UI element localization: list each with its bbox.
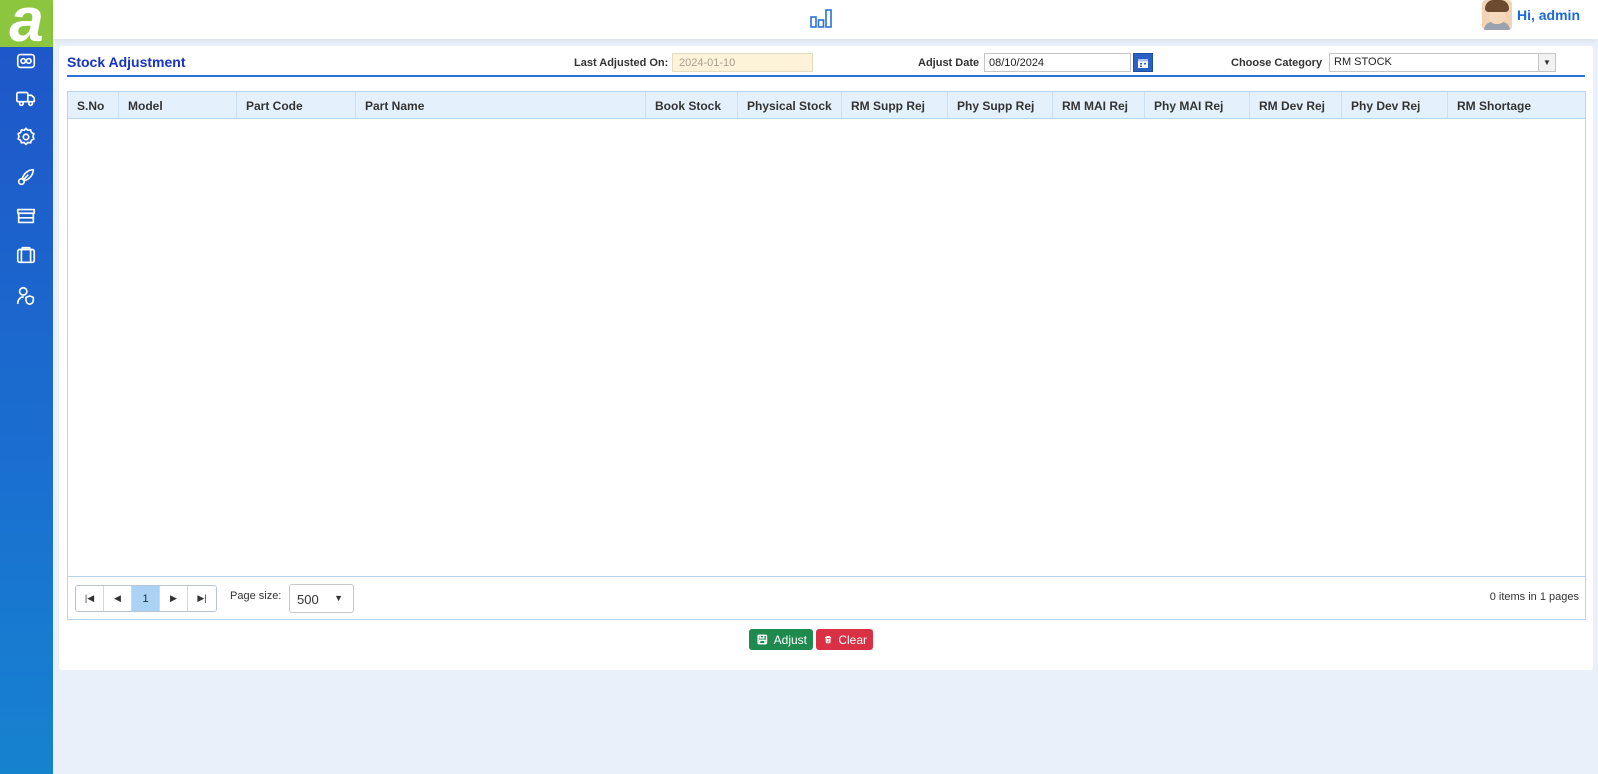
avatar [1481,0,1512,30]
briefcase-icon[interactable] [14,243,38,267]
chevron-down-icon[interactable]: ▼ [1538,54,1555,71]
user-menu[interactable]: Hi, admin [1481,0,1580,30]
stock-adjustment-panel: Stock Adjustment Last Adjusted On: 2024-… [59,46,1593,670]
calendar-icon [1138,58,1148,68]
pager-info: 0 items in 1 pages [1489,591,1579,603]
logo-letter: a [9,0,44,47]
column-header-book-stock[interactable]: Book Stock [646,92,738,118]
column-header-phy-mai-rej[interactable]: Phy MAI Rej [1145,92,1250,118]
truck-icon[interactable] [14,86,38,110]
rocket-icon[interactable] [14,165,38,189]
column-header-phy-supp-rej[interactable]: Phy Supp Rej [948,92,1053,118]
form-header: Stock Adjustment Last Adjusted On: 2024-… [67,52,1585,77]
last-page-icon[interactable]: ▶| [188,586,216,611]
column-header-rm-supp-rej[interactable]: RM Supp Rej [842,92,948,118]
previous-page-icon[interactable]: ◀ [104,586,132,611]
adjust-button[interactable]: Adjust [749,629,813,650]
user-greeting: Hi, admin [1516,7,1580,23]
page-title: Stock Adjustment [67,54,186,70]
column-header-physical-stock[interactable]: Physical Stock [738,92,842,118]
column-header-sno[interactable]: S.No [68,92,119,118]
pager-buttons: |◀ ◀ 1 ▶ ▶| [75,585,217,612]
page-size-value: 500 [297,592,319,607]
category-label: Choose Category [1231,57,1323,69]
grid-header: S.No Model Part Code Part Name Book Stoc… [68,92,1585,119]
column-header-model[interactable]: Model [119,92,237,118]
grid-pager: |◀ ◀ 1 ▶ ▶| Page size: 500 ▼ 0 items in … [68,576,1585,619]
grid-body [68,119,1585,578]
stock-grid: S.No Model Part Code Part Name Book Stoc… [67,91,1586,620]
category-select[interactable]: RM STOCK ▼ [1329,53,1556,72]
column-header-rm-mai-rej[interactable]: RM MAI Rej [1053,92,1145,118]
clear-button-label: Clear [838,632,867,647]
save-icon [757,634,768,645]
column-header-part-name[interactable]: Part Name [356,92,646,118]
top-bar: Hi, admin [53,0,1598,39]
clear-button[interactable]: Clear [816,629,873,650]
trash-icon [825,635,832,644]
page-size-select[interactable]: 500 ▼ [289,584,354,613]
store-icon[interactable] [14,204,38,228]
column-header-phy-dev-rej[interactable]: Phy Dev Rej [1342,92,1448,118]
gear-icon[interactable] [14,125,38,149]
first-page-icon[interactable]: |◀ [76,586,104,611]
column-header-rm-dev-rej[interactable]: RM Dev Rej [1250,92,1342,118]
next-page-icon[interactable]: ▶ [160,586,188,611]
column-header-part-code[interactable]: Part Code [237,92,356,118]
adjust-button-label: Adjust [773,632,807,647]
chevron-down-icon: ▼ [334,593,343,603]
sidebar: a [0,0,53,774]
adjust-date-input[interactable] [984,53,1131,72]
calendar-button[interactable] [1133,53,1153,72]
page-size-label: Page size: [230,590,282,602]
last-adjusted-label: Last Adjusted On: [574,57,669,69]
last-adjusted-field: 2024-01-10 [672,53,813,72]
adjust-date-label: Adjust Date [918,57,980,69]
camera-icon[interactable] [14,49,38,73]
brand-logo[interactable]: a [0,0,53,47]
user-shield-icon[interactable] [14,284,38,308]
column-header-rm-shortage[interactable]: RM Shortage [1448,92,1556,118]
category-selected-value: RM STOCK [1334,56,1392,68]
page-number-button[interactable]: 1 [132,586,160,611]
bar-chart-icon[interactable] [809,7,833,29]
